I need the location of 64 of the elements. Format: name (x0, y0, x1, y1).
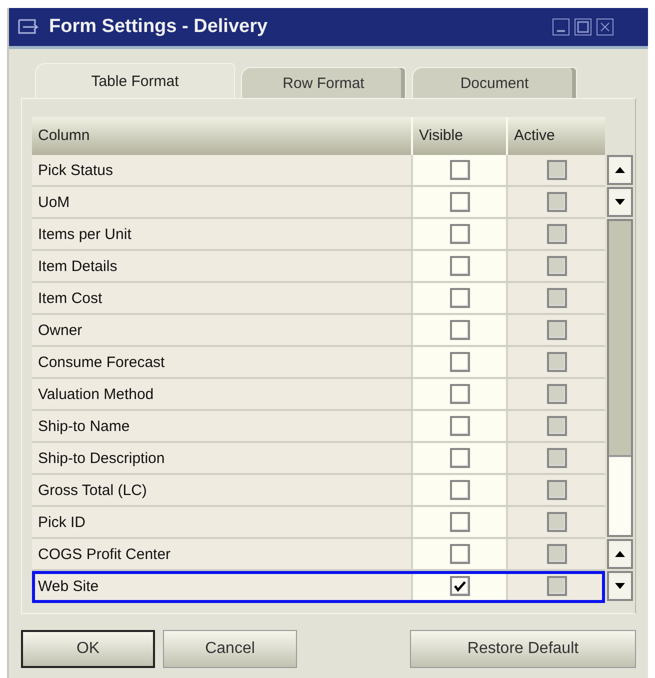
checkbox[interactable] (450, 288, 470, 308)
column-name: Gross Total (LC) (38, 482, 147, 498)
column-name: UoM (38, 194, 70, 210)
scrollbar-track[interactable] (607, 219, 633, 537)
column-name: Pick Status (38, 162, 114, 178)
minimize-icon[interactable] (552, 18, 570, 36)
table-row[interactable]: UoM (32, 187, 605, 219)
checkbox[interactable] (450, 384, 470, 404)
column-name: Web Site (38, 578, 99, 594)
scroll-down-button[interactable] (607, 187, 633, 217)
table-row[interactable]: Gross Total (LC) (32, 475, 605, 507)
scroll-up-button[interactable] (607, 539, 633, 569)
close-icon[interactable] (596, 18, 614, 36)
column-name: COGS Profit Center (38, 546, 171, 562)
tab[interactable]: Document (412, 67, 577, 99)
down-triangle-icon (614, 198, 626, 206)
table-row[interactable]: Valuation Method (32, 379, 605, 411)
tab[interactable]: Table Format (35, 63, 235, 99)
checkbox[interactable] (450, 448, 470, 468)
scrollbar-thumb[interactable] (609, 455, 631, 535)
checkbox[interactable] (450, 256, 470, 276)
table-row[interactable]: Web Site (32, 571, 605, 603)
form-icon (17, 18, 39, 36)
table-row[interactable]: COGS Profit Center (32, 539, 605, 571)
checkbox[interactable] (450, 544, 470, 564)
checkbox[interactable] (450, 480, 470, 500)
checkbox[interactable] (450, 320, 470, 340)
dialog-button[interactable]: Cancel (163, 630, 297, 668)
table-row[interactable]: Pick Status (32, 155, 605, 187)
tab[interactable]: Row Format (241, 67, 406, 99)
dialog-button[interactable]: OK (21, 630, 155, 668)
down-triangle-icon (614, 582, 626, 590)
column-name: Item Cost (38, 290, 102, 306)
up-triangle-icon (614, 550, 626, 558)
checkbox[interactable] (450, 576, 470, 596)
table-row[interactable]: Consume Forecast (32, 347, 605, 379)
table-row[interactable]: Pick ID (32, 507, 605, 539)
table-row[interactable]: Item Details (32, 251, 605, 283)
column-name: Valuation Method (38, 386, 154, 402)
table-row[interactable]: Ship-to Description (32, 443, 605, 475)
checkbox[interactable] (450, 160, 470, 180)
dialog-button[interactable]: Restore Default (410, 630, 636, 668)
checkbox[interactable] (450, 416, 470, 436)
checkbox[interactable] (450, 224, 470, 244)
checkbox[interactable] (450, 512, 470, 532)
column-name: Ship-to Description (38, 450, 165, 466)
table-row[interactable]: Owner (32, 315, 605, 347)
checkbox[interactable] (450, 352, 470, 372)
table-row[interactable]: Items per Unit (32, 219, 605, 251)
column-name: Ship-to Name (38, 418, 130, 434)
window-title: Form Settings - Delivery (49, 16, 269, 38)
scroll-down-button[interactable] (607, 571, 633, 601)
column-name: Items per Unit (38, 226, 132, 242)
maximize-icon[interactable] (574, 18, 592, 36)
scroll-up-button[interactable] (607, 155, 633, 185)
up-triangle-icon (614, 166, 626, 174)
checkbox[interactable] (450, 192, 470, 212)
column-name: Consume Forecast (38, 354, 165, 370)
column-name: Item Details (38, 258, 118, 274)
checkmark-icon (452, 580, 466, 592)
table-row[interactable]: Ship-to Name (32, 411, 605, 443)
column-name: Pick ID (38, 514, 86, 530)
table-row[interactable]: Item Cost (32, 283, 605, 315)
column-name: Owner (38, 322, 82, 338)
